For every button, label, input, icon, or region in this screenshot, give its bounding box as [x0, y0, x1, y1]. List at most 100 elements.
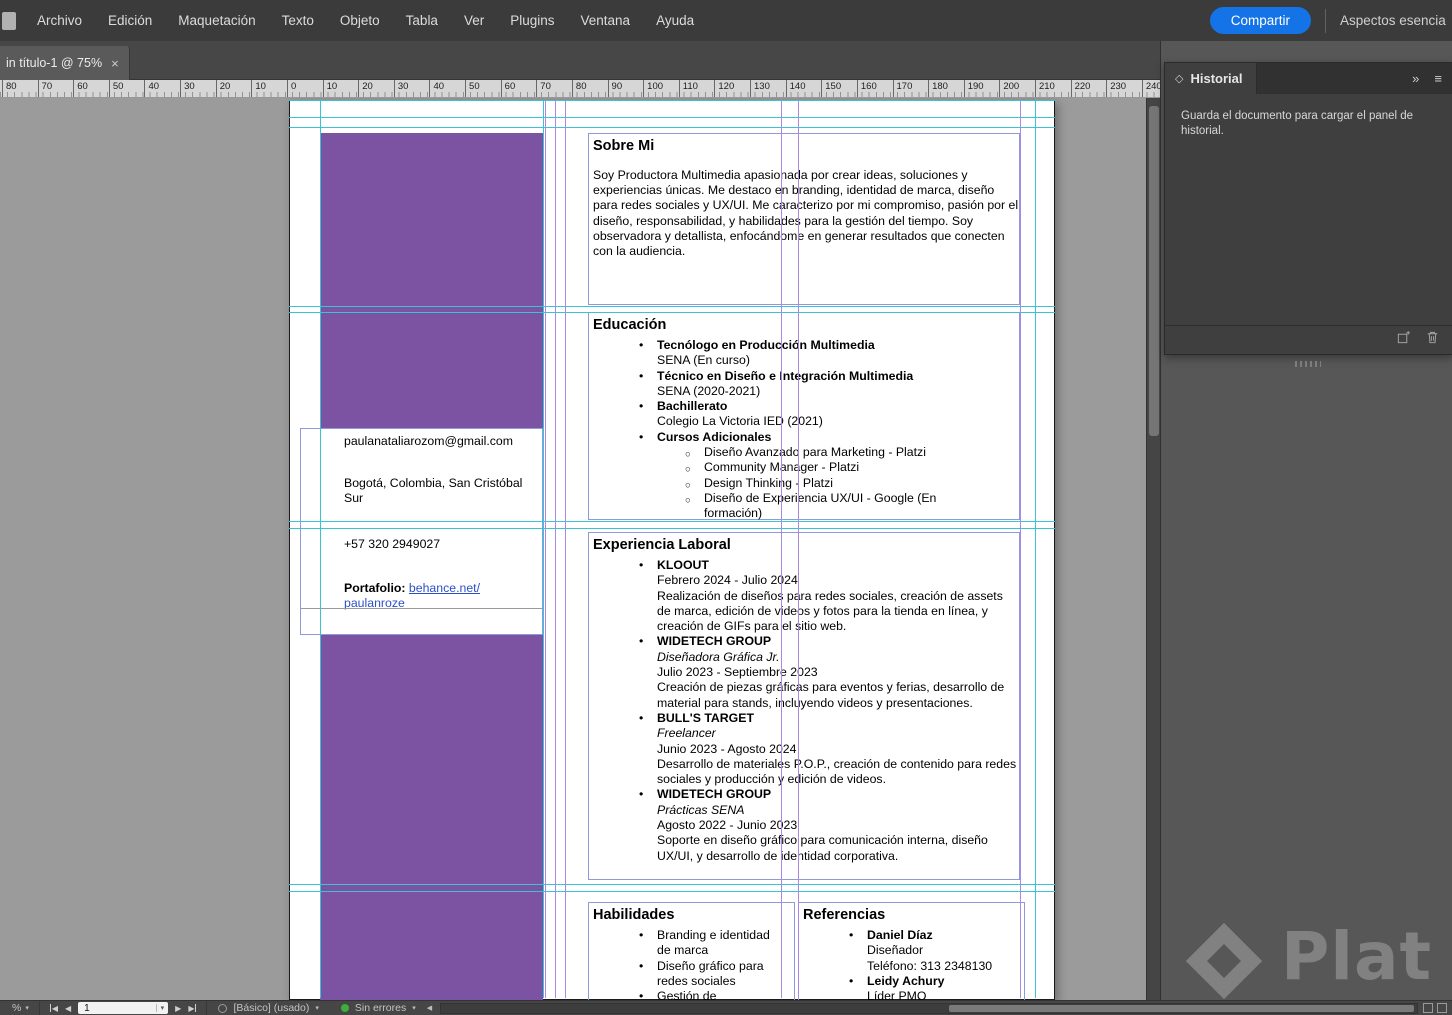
guide-horizontal[interactable] [289, 884, 1055, 885]
about-text-frame[interactable]: Sobre Mi Soy Productora Multimedia apasi… [588, 133, 1020, 305]
guide-vertical[interactable] [1020, 100, 1021, 998]
menu-ayuda[interactable]: Ayuda [643, 5, 707, 36]
references-text-frame[interactable]: Referencias • Daniel Díaz Diseñador Teléf… [798, 902, 1025, 1000]
menu-archivo[interactable]: Archivo [24, 5, 95, 36]
experience-dates: Febrero 2024 - Julio 2024 [657, 573, 798, 588]
guide-horizontal[interactable] [289, 306, 1055, 307]
chevron-down-icon[interactable]: ▾ [25, 1004, 29, 1012]
ruler-tick: 180 [928, 80, 964, 97]
bullet-icon: • [639, 634, 644, 649]
ruler-tick: 60 [73, 80, 109, 97]
chevron-down-icon[interactable]: ▾ [155, 1004, 164, 1012]
guide-vertical[interactable] [781, 100, 782, 998]
portfolio-link[interactable]: behance.net/ [409, 581, 480, 595]
guide-vertical[interactable] [798, 100, 799, 998]
ruler-tick: 50 [465, 80, 501, 97]
reference-role: Líder PMO [867, 989, 927, 1000]
new-snapshot-icon[interactable] [1396, 330, 1411, 350]
menu-plugins[interactable]: Plugins [497, 5, 567, 36]
document-tab[interactable]: in título-1 @ 75% × [0, 46, 130, 80]
experience-list: • KLOOUT Febrero 2024 - Julio 2024 Realiz… [589, 554, 1019, 864]
workspace-switcher[interactable]: Aspectos esencia [1340, 13, 1452, 28]
share-button[interactable]: Compartir [1209, 7, 1311, 34]
menu-edicion[interactable]: Edición [95, 5, 165, 36]
sub-bullet-icon: ○ [685, 494, 691, 506]
next-page-button[interactable]: ▶ [175, 1004, 181, 1013]
guide-vertical[interactable] [1035, 100, 1036, 998]
education-list: • Tecnólogo en Producción Multimedia SENA… [589, 334, 1019, 522]
pasteboard[interactable]: paulanataliarozom@gmail.com Bogotá, Colo… [0, 98, 1160, 1000]
guide-vertical[interactable] [543, 100, 544, 998]
first-page-button[interactable]: ◀ [49, 1004, 58, 1013]
contact-location: Bogotá, Colombia, San Cristóbal Sur [344, 476, 523, 505]
last-page-button[interactable]: ▶ [188, 1004, 197, 1013]
bullet-icon: • [639, 958, 644, 973]
page-number-field[interactable]: 1 ▾ [78, 1002, 169, 1014]
history-panel-tab[interactable]: ◇ Historial [1165, 63, 1258, 94]
vertical-scrollbar-thumb[interactable] [1149, 106, 1159, 436]
list-item: • WIDETECH GROUP [639, 634, 772, 649]
guide-horizontal[interactable] [289, 528, 1055, 529]
guide-horizontal[interactable] [289, 521, 1055, 522]
guide-vertical[interactable] [555, 100, 556, 998]
panel-toggle-icon[interactable] [1437, 1003, 1447, 1013]
panel-menu-icon[interactable]: ≡ [1434, 71, 1442, 86]
ruler-tick: 200 [999, 80, 1035, 97]
menu-objeto[interactable]: Objeto [327, 5, 393, 36]
horizontal-scrollbar-thumb[interactable] [948, 1004, 1414, 1012]
panel-resize-grip[interactable] [1295, 361, 1321, 367]
horizontal-ruler[interactable]: 80 70 60 50 40 30 20 10 0 10 20 30 40 50 60 70 80 90 100 11… [0, 80, 1160, 98]
menu-maquetacion[interactable]: Maquetación [165, 5, 268, 36]
ruler-tick: 150 [821, 80, 857, 97]
chevron-down-icon[interactable]: ▾ [412, 1004, 416, 1012]
ruler-tick: 190 [963, 80, 1000, 97]
ruler-tick: 80 [571, 80, 608, 97]
ruler-tick: 110 [678, 80, 715, 97]
scroll-left-icon[interactable]: ◀ [427, 1004, 432, 1012]
ruler-tick: 10 [251, 80, 287, 97]
preflight-profile-control[interactable]: [Básico] (usado) ▾ [207, 1002, 329, 1014]
close-icon[interactable]: × [111, 56, 119, 71]
bullet-icon: • [639, 429, 644, 444]
guide-horizontal[interactable] [289, 117, 1055, 118]
sub-list-item: ○ Design Thinking - Platzi [589, 476, 1019, 491]
document-tab-title: in título-1 @ 75% [6, 56, 103, 70]
collapse-panel-icon[interactable]: » [1412, 71, 1419, 86]
vertical-scrollbar[interactable] [1146, 98, 1160, 1000]
status-bar: % ▾ ◀ ◀ 1 ▾ ▶ ▶ [Básico] (usado) ▾ Sin e… [0, 1000, 1452, 1015]
reference-role: Diseñador [867, 943, 924, 958]
skills-text-frame[interactable]: Habilidades • Branding e identidad de mar… [588, 902, 795, 1000]
ruler-tick: 20 [358, 80, 394, 97]
ruler-tick: 0 [286, 80, 323, 97]
delete-icon[interactable] [1425, 330, 1440, 350]
menu-texto[interactable]: Texto [269, 5, 327, 36]
ruler-tick: 50 [108, 80, 145, 97]
chevron-down-icon[interactable]: ▾ [315, 1004, 319, 1012]
experience-text-frame[interactable]: Experiencia Laboral • KLOOUT Febrero 2024… [588, 532, 1020, 880]
menu-ver[interactable]: Ver [451, 5, 497, 36]
list-item: • Gestión de [589, 989, 794, 1000]
ruler-tick: 10 [322, 80, 359, 97]
menu-ventana[interactable]: Ventana [568, 5, 644, 36]
zoom-control[interactable]: % ▾ [0, 1002, 39, 1014]
statusbar-corner-icons [1423, 1003, 1452, 1013]
menu-tabla[interactable]: Tabla [393, 5, 451, 36]
sub-list-item: ○ Community Manager - Platzi [589, 460, 1019, 475]
panel-toggle-icon[interactable] [1423, 1003, 1433, 1013]
contact-text-frame[interactable]: paulanataliarozom@gmail.com Bogotá, Colo… [300, 428, 543, 635]
bullet-icon: • [639, 787, 644, 802]
guide-horizontal[interactable] [289, 127, 1055, 128]
guide-horizontal[interactable] [289, 312, 1055, 313]
previous-page-button[interactable]: ◀ [65, 1004, 71, 1013]
portfolio-label: Portafolio: [344, 581, 406, 595]
guide-vertical[interactable] [320, 100, 321, 998]
guide-vertical[interactable] [565, 100, 566, 998]
horizontal-scrollbar[interactable] [440, 1002, 1418, 1014]
ruler-tick: 240 [1141, 80, 1160, 97]
guide-vertical[interactable] [545, 100, 546, 998]
guide-horizontal[interactable] [289, 891, 1055, 892]
ruler-tick: 40 [429, 80, 465, 97]
education-text-frame[interactable]: Educación • Tecnólogo en Producción Multi… [588, 312, 1020, 520]
guide-horizontal[interactable] [289, 100, 1055, 101]
preflight-status-control[interactable]: Sin errores ▾ [330, 1002, 427, 1014]
